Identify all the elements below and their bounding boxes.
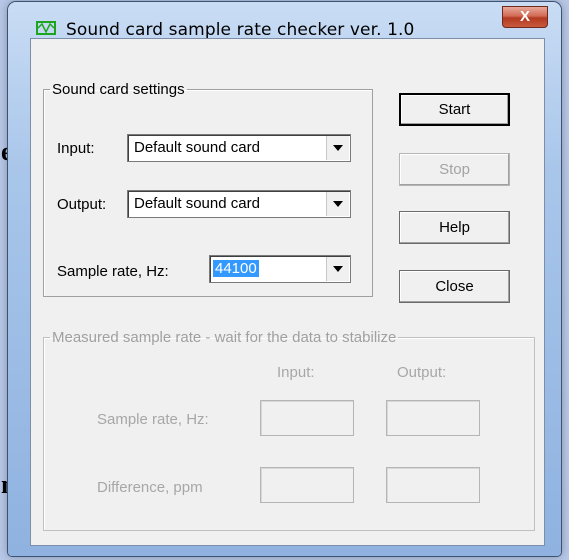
output-device-value: Default sound card <box>134 195 260 212</box>
group-label: Measured sample rate - wait for the data… <box>52 329 397 346</box>
sound-wave-icon <box>36 20 56 36</box>
window-title: Sound card sample rate checker ver. 1.0 <box>66 20 415 40</box>
app-window: Sound card sample rate checker ver. 1.0 … <box>8 2 561 556</box>
difference-input-field[interactable] <box>260 467 354 503</box>
column-header-input: Input: <box>277 364 315 381</box>
window-close-button[interactable]: X <box>502 6 548 28</box>
chevron-down-icon[interactable] <box>326 136 349 160</box>
sample-rate-select[interactable]: 44100 <box>209 255 351 283</box>
sample-rate-label: Sample rate, Hz: <box>57 263 169 280</box>
help-button[interactable]: Help <box>399 211 510 244</box>
close-icon: X <box>519 8 530 25</box>
input-label: Input: <box>57 140 95 157</box>
input-device-select[interactable]: Default sound card <box>127 134 351 162</box>
close-button[interactable]: Close <box>399 270 510 303</box>
chevron-down-icon[interactable] <box>326 257 349 281</box>
measured-rate-label: Sample rate, Hz: <box>97 411 209 428</box>
column-header-output: Output: <box>397 364 447 381</box>
title-bar[interactable]: Sound card sample rate checker ver. 1.0 … <box>8 2 561 40</box>
dialog-client-area: Sound card settings Input: Default sound… <box>30 38 545 546</box>
input-device-value: Default sound card <box>134 139 260 156</box>
start-button[interactable]: Start <box>399 93 510 126</box>
difference-ppm-label: Difference, ppm <box>97 479 203 496</box>
measured-rate-input-field[interactable] <box>260 400 354 436</box>
chevron-down-icon[interactable] <box>326 192 349 216</box>
stop-button[interactable]: Stop <box>399 153 510 186</box>
output-label: Output: <box>57 196 107 213</box>
sample-rate-value: 44100 <box>213 260 259 277</box>
difference-output-field[interactable] <box>386 467 480 503</box>
output-device-select[interactable]: Default sound card <box>127 190 351 218</box>
group-label: Sound card settings <box>52 81 185 98</box>
measured-rate-output-field[interactable] <box>386 400 480 436</box>
